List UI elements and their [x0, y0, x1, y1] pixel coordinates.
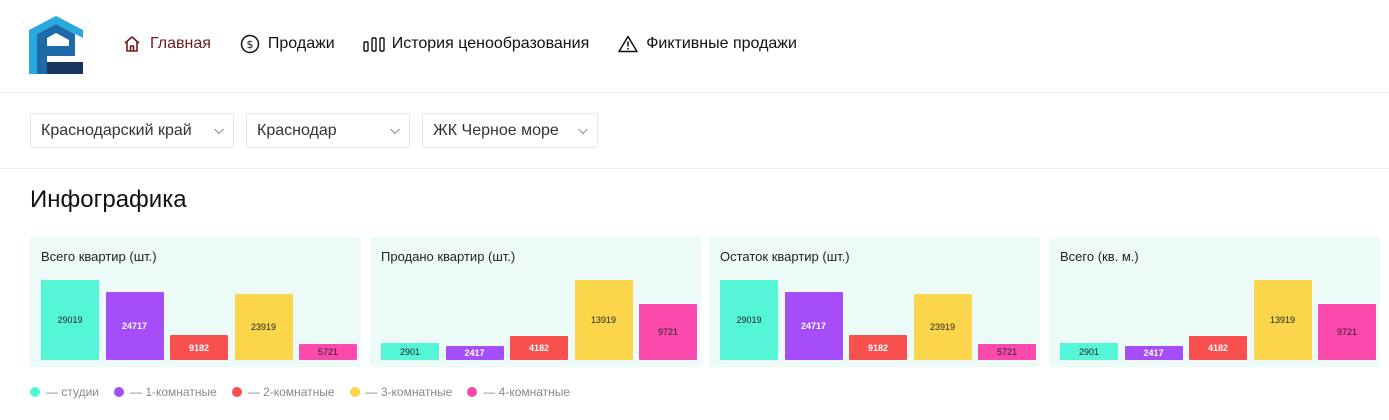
legend-item: — студии	[30, 385, 99, 399]
region-select[interactable]: Краснодарский край	[30, 113, 234, 148]
card-title: Продано квартир (шт.)	[381, 249, 516, 264]
chart-legend: — студии — 1-комнатные — 2-комнатные — 3…	[30, 385, 585, 399]
home-icon	[121, 33, 143, 55]
bar-2-комнатные: 4182	[1189, 336, 1247, 360]
bar-1-комнатные: 2417	[1124, 346, 1183, 360]
nav-item-home[interactable]: Главная	[121, 33, 211, 55]
legend-label: — 4-комнатные	[483, 385, 571, 399]
chart-card-total-area: Всего (кв. м.) 2901 2417 4182 13919 9721	[1049, 237, 1380, 367]
bar-2-комнатные: 9182	[170, 335, 228, 360]
chart-card-remaining-apartments: Остаток квартир (шт.) 29019 24717 9182 2391…	[709, 237, 1040, 367]
main-nav: Главная $ Продажи История ценообразовани…	[121, 30, 825, 58]
logo[interactable]	[29, 16, 83, 74]
bar-студии: 29019	[720, 280, 778, 360]
legend-label: — 1-комнатные	[129, 385, 217, 399]
bar-value-label: 9182	[188, 342, 210, 353]
page-title: Инфографика	[30, 186, 187, 213]
bar-2-комнатные: 9182	[849, 335, 907, 360]
warning-triangle-icon	[617, 33, 639, 55]
card-title: Остаток квартир (шт.)	[720, 249, 850, 264]
nav-item-fake-sales[interactable]: Фиктивные продажи	[617, 33, 797, 55]
bar-value-label: 29019	[57, 315, 83, 325]
nav-label: Продажи	[267, 35, 335, 52]
legend-item: — 2-комнатные	[231, 385, 335, 399]
legend-dot	[231, 387, 242, 397]
bar-1-комнатные: 24717	[784, 292, 843, 360]
bar-3-комнатные: 23919	[913, 294, 972, 360]
chevron-down-icon	[578, 128, 588, 135]
city-select-value: Краснодар	[257, 121, 337, 139]
bar-value-label: 9721	[657, 327, 679, 337]
bar-value-label: 9182	[867, 342, 889, 353]
legend-item: — 4-комнатные	[467, 385, 570, 399]
filter-bar: Краснодарский край Краснодар ЖК Черное м…	[0, 93, 1389, 169]
nav-label: Главная	[150, 35, 211, 52]
nav-label: Фиктивные продажи	[646, 35, 797, 52]
bar-value-label: 2417	[464, 348, 485, 358]
bar-4-комнатные: 5721	[978, 344, 1036, 360]
chevron-down-icon	[214, 128, 224, 135]
header: Главная $ Продажи История ценообразовани…	[0, 0, 1389, 93]
legend-label: — 2-комнатные	[247, 385, 335, 399]
bar-value-label: 29019	[736, 315, 762, 325]
dollar-circle-icon: $	[239, 33, 261, 55]
bar-2-комнатные: 4182	[510, 336, 568, 360]
bar-value-label: 5721	[317, 347, 339, 357]
legend-dot	[349, 387, 360, 397]
bar-value-label: 23919	[250, 322, 277, 332]
bar-3-комнатные: 13919	[574, 280, 633, 360]
nav-label: История ценообразования	[391, 35, 590, 52]
city-select[interactable]: Краснодар	[246, 113, 410, 148]
complex-select[interactable]: ЖК Черное море	[422, 113, 598, 148]
nav-item-sales[interactable]: $ Продажи	[239, 33, 335, 55]
bar-1-комнатные: 2417	[445, 346, 504, 360]
bar-value-label: 2901	[1078, 346, 1100, 357]
legend-label: — 3-комнатные	[365, 385, 453, 399]
bar-value-label: 2901	[399, 346, 421, 357]
bar-value-label: 4182	[528, 343, 550, 353]
chart-card-total-apartments: Всего квартир (шт.) 29019 24717 9182 23919 5…	[30, 237, 361, 367]
legend-item: — 1-комнатные	[113, 385, 217, 399]
bar-value-label: 5721	[996, 347, 1018, 357]
chart-card-sold-apartments: Продано квартир (шт.) 2901 2417 4182 13919 9…	[370, 237, 701, 367]
bar-студии: 2901	[1060, 343, 1118, 360]
bar-4-комнатные: 9721	[639, 304, 697, 360]
card-title: Всего (кв. м.)	[1060, 249, 1139, 264]
card-title: Всего квартир (шт.)	[41, 249, 157, 264]
bar-value-label: 9721	[1336, 327, 1358, 337]
bar-value-label: 24717	[121, 321, 148, 331]
bar-1-комнатные: 24717	[105, 292, 164, 360]
legend-dot	[30, 387, 40, 397]
svg-text:$: $	[246, 38, 253, 51]
bar-3-комнатные: 13919	[1253, 280, 1312, 360]
complex-select-value: ЖК Черное море	[433, 121, 559, 139]
bar-value-label: 2417	[1143, 348, 1164, 358]
legend-dot	[113, 387, 124, 397]
bar-value-label: 24717	[800, 321, 827, 331]
bar-4-комнатные: 5721	[299, 344, 357, 360]
nav-item-price-history[interactable]: История ценообразования	[363, 33, 590, 55]
legend-dot	[467, 387, 478, 397]
bar-value-label: 23919	[929, 322, 956, 332]
bar-value-label: 13919	[590, 315, 617, 325]
bar-студии: 29019	[41, 280, 99, 360]
bar-value-label: 13919	[1269, 315, 1296, 325]
bar-4-комнатные: 9721	[1318, 304, 1376, 360]
bar-студии: 2901	[381, 343, 439, 360]
bar-value-label: 4182	[1207, 343, 1229, 353]
region-select-value: Краснодарский край	[41, 121, 192, 139]
columns-icon	[363, 33, 385, 55]
chevron-down-icon	[390, 128, 400, 135]
legend-item: — 3-комнатные	[349, 385, 453, 399]
bar-3-комнатные: 23919	[234, 294, 293, 360]
legend-label: — студии	[46, 385, 99, 399]
